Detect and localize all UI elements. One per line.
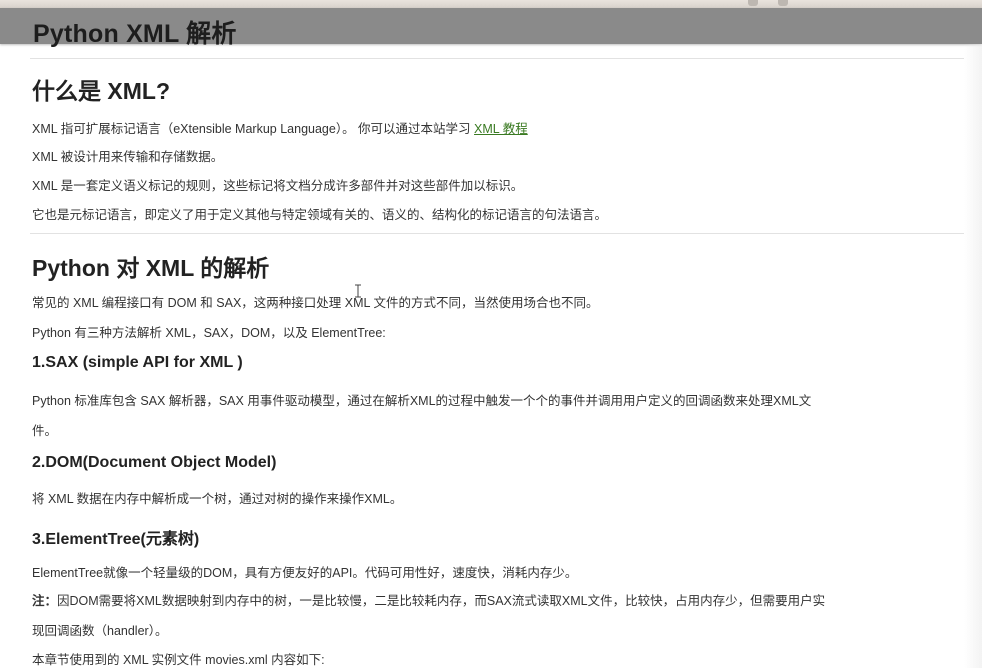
paragraph: Python 标准库包含 SAX 解析器，SAX 用事件驱动模型，通过在解析XM… [32, 394, 812, 408]
subheading-dom: 2.DOM(Document Object Model) [32, 454, 277, 471]
paragraph: 本章节使用到的 XML 实例文件 movies.xml 内容如下: [32, 653, 325, 667]
text-cursor-icon [355, 284, 361, 298]
page-title: Python XML 解析 [33, 20, 237, 48]
paragraph: 它也是元标记语言，即定义了用于定义其他与特定领域有关的、语义的、结构化的标记语言… [32, 208, 608, 222]
toolbar-icon[interactable] [748, 0, 758, 6]
paragraph: 常见的 XML 编程接口有 DOM 和 SAX，这两种接口处理 XML 文件的方… [32, 296, 599, 310]
paragraph: 将 XML 数据在内存中解析成一个树，通过对树的操作来操作XML。 [32, 492, 403, 506]
paragraph: XML 被设计用来传输和存储数据。 [32, 150, 224, 164]
paragraph: 现回调函数（handler）。 [32, 624, 168, 638]
section-heading-python-xml-parsing: Python 对 XML 的解析 [32, 255, 270, 281]
divider [30, 58, 964, 59]
paragraph: ElementTree就像一个轻量级的DOM，具有方便友好的API。代码可用性好… [32, 566, 578, 580]
paragraph: Python 有三种方法解析 XML，SAX，DOM，以及 ElementTre… [32, 326, 386, 340]
paragraph: XML 指可扩展标记语言（eXtensible Markup Language）… [32, 118, 528, 137]
window-top-edge [0, 0, 982, 8]
page-title-bar: Python XML 解析 [0, 8, 982, 48]
paragraph: 件。 [32, 424, 58, 438]
section-heading-what-is-xml: 什么是 XML? [32, 78, 170, 104]
toolbar-icon[interactable] [778, 0, 788, 6]
xml-tutorial-link[interactable]: XML 教程 [474, 122, 528, 136]
note-text: 因DOM需要将XML数据映射到内存中的树，一是比较慢，二是比较耗内存，而SAX流… [57, 594, 826, 608]
subheading-sax: 1.SAX (simple API for XML ) [32, 354, 243, 371]
paragraph: XML 是一套定义语义标记的规则，这些标记将文档分成许多部件并对这些部件加以标识… [32, 179, 524, 193]
note-paragraph: 注：因DOM需要将XML数据映射到内存中的树，一是比较慢，二是比较耗内存，而SA… [32, 590, 825, 609]
subheading-elementtree: 3.ElementTree(元素树) [32, 531, 200, 548]
note-label: 注： [32, 594, 58, 608]
page-edge-shade [964, 44, 982, 668]
paragraph-text: XML 指可扩展标记语言（eXtensible Markup Language）… [32, 122, 475, 136]
divider [30, 233, 964, 234]
